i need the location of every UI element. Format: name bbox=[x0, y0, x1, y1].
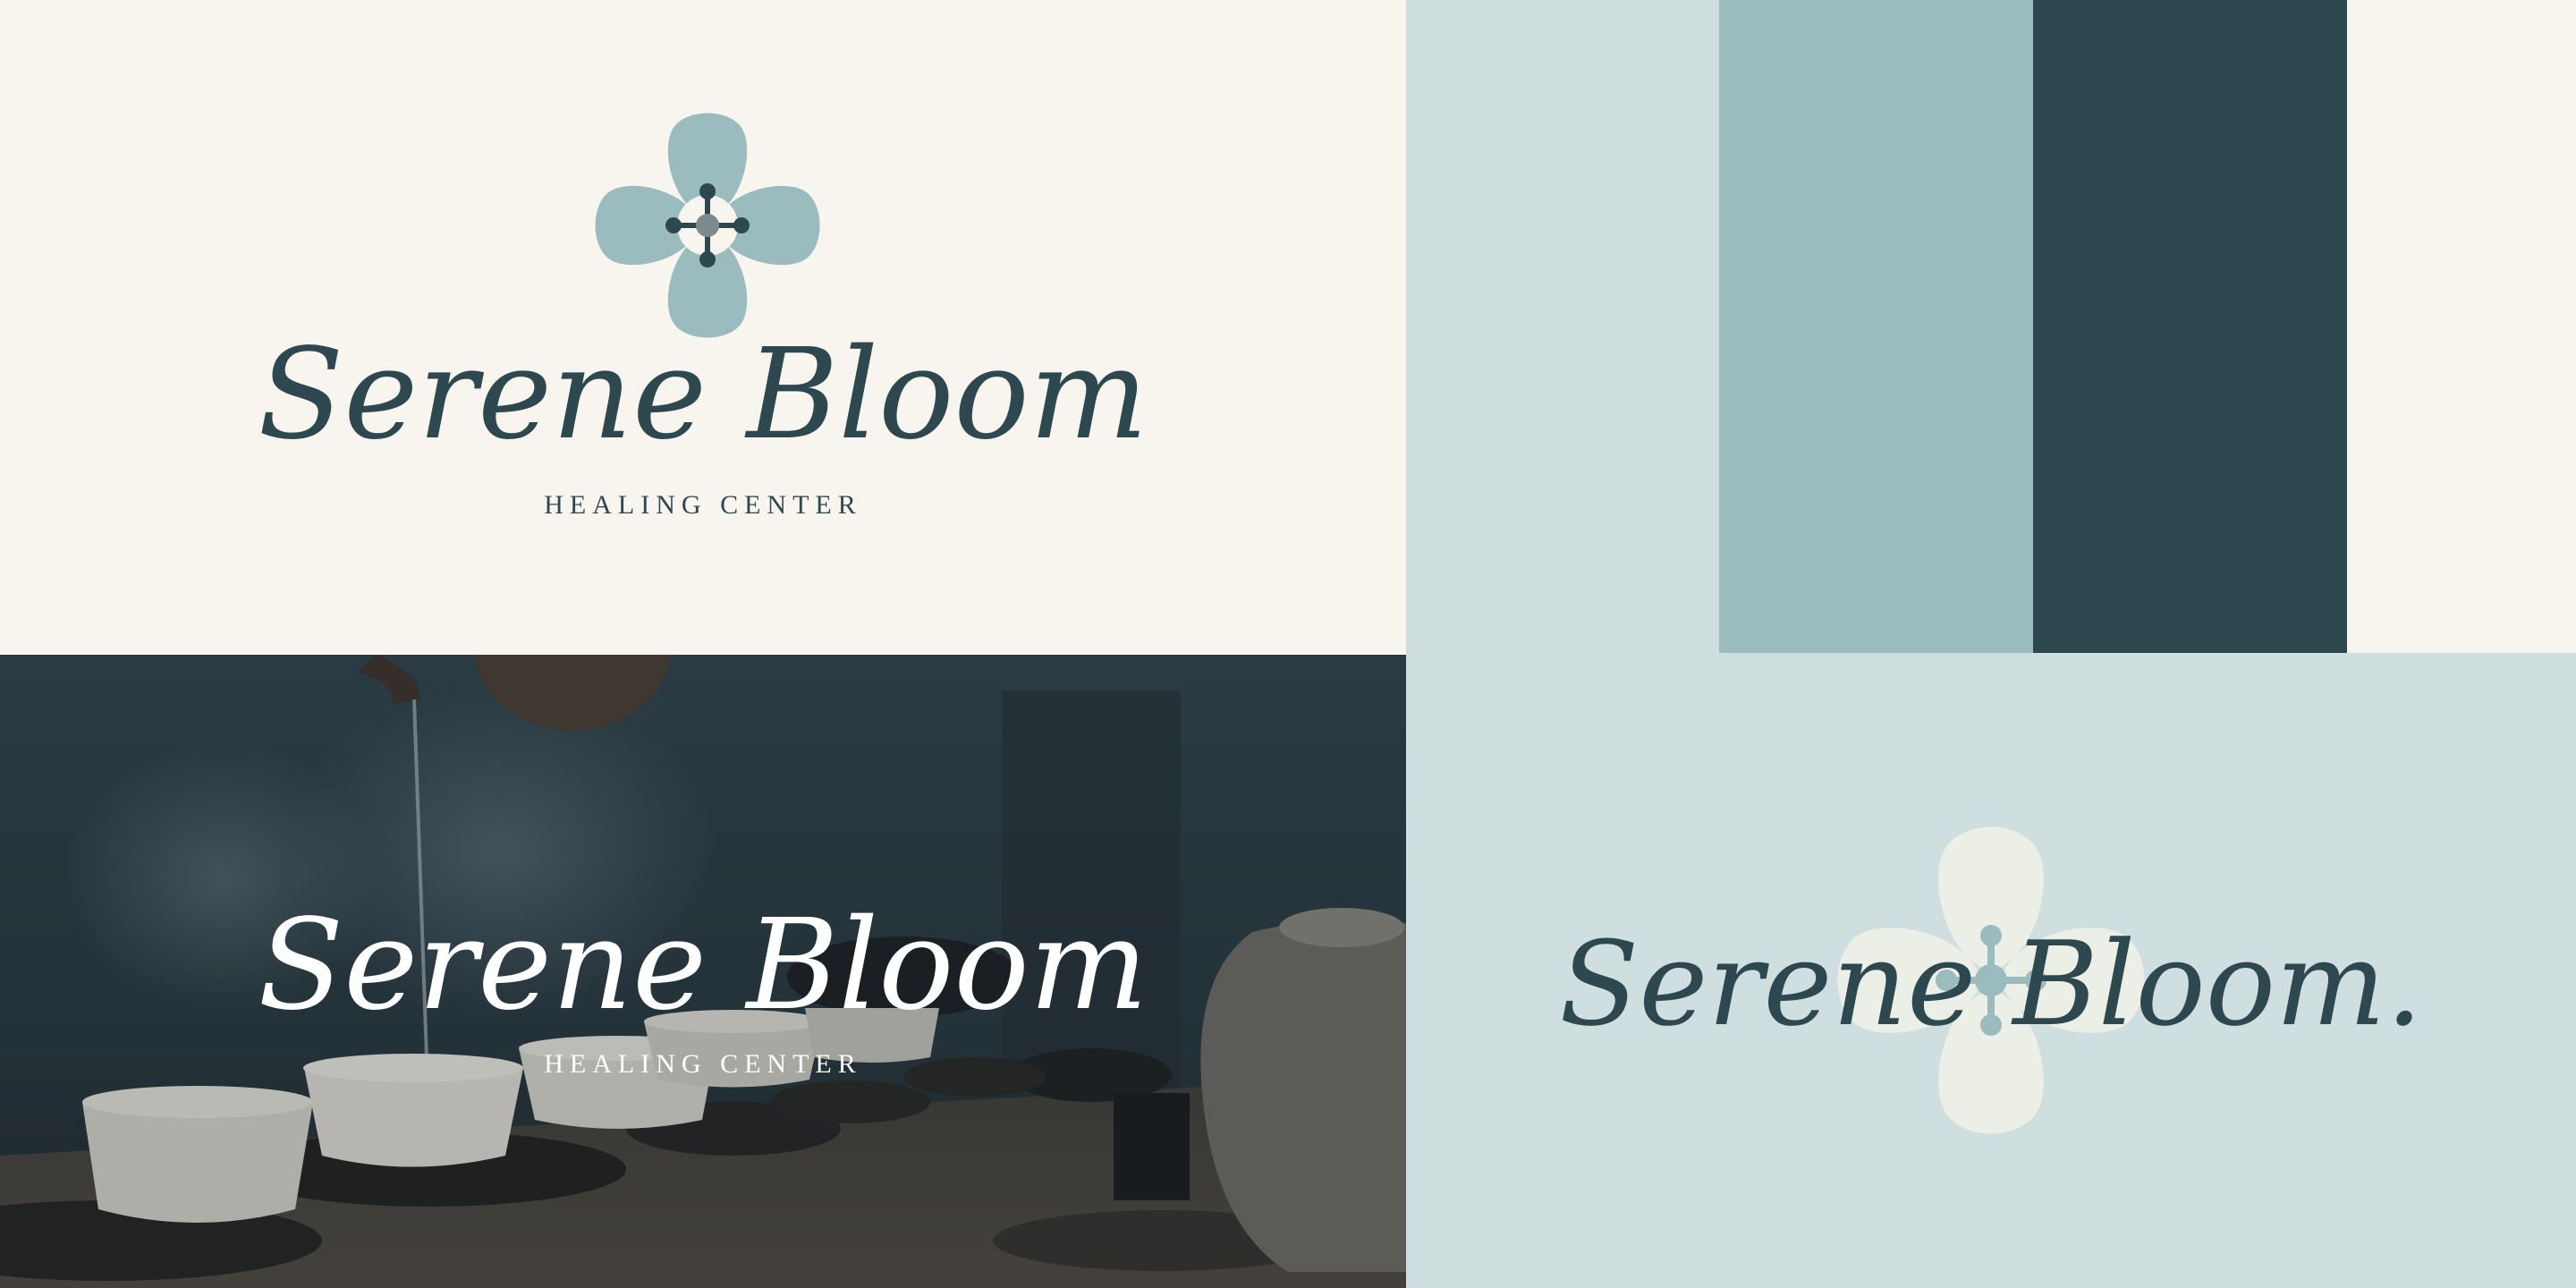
photo-brand-tagline: HEALING CENTER bbox=[544, 1049, 862, 1079]
photo-brand-wordmark: Serene Bloom bbox=[258, 893, 1148, 1038]
alternate-brand-wordmark: Serene Bloom. bbox=[1559, 916, 2423, 1052]
color-palette-panel bbox=[1406, 0, 2576, 653]
swatch-deep-teal bbox=[2033, 0, 2347, 653]
four-petal-flower-icon bbox=[595, 113, 820, 338]
swatch-mist bbox=[1406, 0, 1719, 653]
swatch-cream bbox=[2347, 0, 2576, 653]
primary-logo-panel: Serene Bloom HEALING CENTER bbox=[0, 0, 1406, 655]
brand-wordmark: Serene Bloom bbox=[258, 322, 1148, 468]
brand-tagline: HEALING CENTER bbox=[544, 490, 862, 520]
swatch-sage-blue bbox=[1719, 0, 2033, 653]
